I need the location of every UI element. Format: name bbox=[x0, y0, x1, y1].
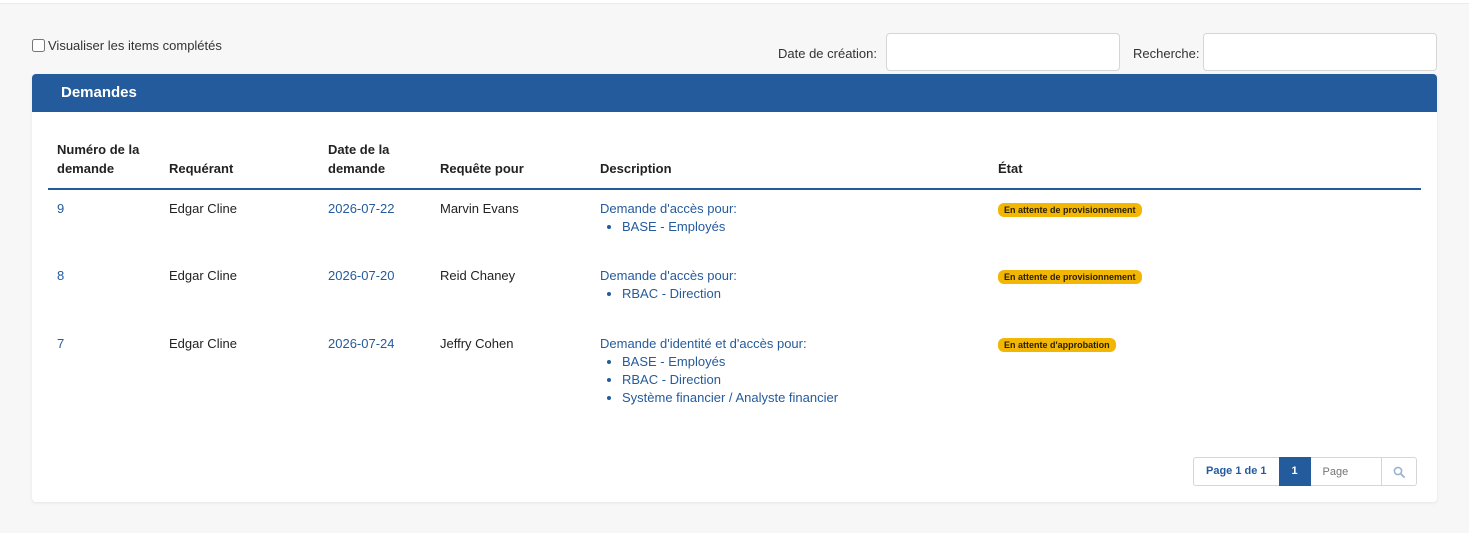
header-requester[interactable]: Requérant bbox=[160, 140, 319, 190]
header-request-for[interactable]: Requête pour bbox=[431, 140, 591, 190]
status-badge: En attente de provisionnement bbox=[998, 270, 1142, 284]
access-list: BASE - Employés bbox=[600, 218, 981, 236]
access-item: RBAC - Direction bbox=[622, 285, 981, 303]
header-date[interactable]: Date de la demande bbox=[319, 140, 431, 190]
panel-title: Demandes bbox=[32, 74, 1437, 112]
request-for-cell: Jeffry Cohen bbox=[440, 336, 514, 351]
requests-panel: Demandes Numéro de la demande Requérant … bbox=[32, 74, 1437, 502]
request-number-link[interactable]: 8 bbox=[57, 268, 64, 283]
access-item: BASE - Employés bbox=[622, 218, 981, 236]
request-for-cell: Reid Chaney bbox=[440, 268, 516, 283]
request-date-link[interactable]: 2026-07-24 bbox=[328, 336, 395, 351]
requests-table: Numéro de la demande Requérant Date de l… bbox=[48, 140, 1421, 411]
search-label: Recherche: bbox=[1133, 46, 1200, 61]
page-number-button[interactable]: 1 bbox=[1278, 457, 1311, 486]
table-row[interactable]: 8 Edgar Cline 2026-07-20 Reid Chaney Dem… bbox=[48, 257, 1421, 325]
description-title[interactable]: Demande d'accès pour: bbox=[600, 267, 981, 285]
access-list: RBAC - Direction bbox=[600, 285, 981, 303]
page-info: Page 1 de 1 bbox=[1193, 457, 1279, 486]
header-state[interactable]: État bbox=[989, 140, 1421, 190]
description-cell: Demande d'accès pour: BASE - Employés bbox=[591, 189, 989, 257]
page-go-button[interactable] bbox=[1380, 457, 1417, 486]
request-date-link[interactable]: 2026-07-22 bbox=[328, 201, 395, 216]
access-item: Système financier / Analyste financier bbox=[622, 389, 981, 407]
show-completed-label: Visualiser les items complétés bbox=[48, 38, 222, 53]
access-list: BASE - Employés RBAC - Direction Système… bbox=[600, 353, 981, 407]
requester-cell: Edgar Cline bbox=[169, 268, 237, 283]
show-completed-checkbox[interactable] bbox=[32, 39, 45, 52]
show-completed-toggle[interactable]: Visualiser les items complétés bbox=[32, 38, 222, 53]
creation-date-label: Date de création: bbox=[778, 46, 878, 61]
request-number-link[interactable]: 7 bbox=[57, 336, 64, 351]
description-cell: Demande d'accès pour: RBAC - Direction bbox=[591, 257, 989, 325]
header-number[interactable]: Numéro de la demande bbox=[48, 140, 160, 190]
request-for-cell: Marvin Evans bbox=[440, 201, 519, 216]
access-item: BASE - Employés bbox=[622, 353, 981, 371]
request-date-link[interactable]: 2026-07-20 bbox=[328, 268, 395, 283]
table-header-row: Numéro de la demande Requérant Date de l… bbox=[48, 140, 1421, 190]
description-title[interactable]: Demande d'identité et d'accès pour: bbox=[600, 335, 981, 353]
requester-cell: Edgar Cline bbox=[169, 201, 237, 216]
creation-date-input[interactable] bbox=[886, 33, 1120, 71]
search-icon bbox=[1393, 466, 1405, 478]
pagination: Page 1 de 1 1 bbox=[1193, 457, 1417, 486]
status-badge: En attente de provisionnement bbox=[998, 203, 1142, 217]
filter-bar: Visualiser les items complétés Date de c… bbox=[0, 0, 1469, 74]
description-title[interactable]: Demande d'accès pour: bbox=[600, 200, 981, 218]
header-description[interactable]: Description bbox=[591, 140, 989, 190]
table-row[interactable]: 9 Edgar Cline 2026-07-22 Marvin Evans De… bbox=[48, 189, 1421, 257]
table-row[interactable]: 7 Edgar Cline 2026-07-24 Jeffry Cohen De… bbox=[48, 325, 1421, 411]
status-badge: En attente d'approbation bbox=[998, 338, 1116, 352]
description-cell: Demande d'identité et d'accès pour: BASE… bbox=[591, 325, 989, 411]
page-input[interactable] bbox=[1310, 457, 1381, 486]
request-number-link[interactable]: 9 bbox=[57, 201, 64, 216]
search-input[interactable] bbox=[1203, 33, 1437, 71]
access-item: RBAC - Direction bbox=[622, 371, 981, 389]
requester-cell: Edgar Cline bbox=[169, 336, 237, 351]
